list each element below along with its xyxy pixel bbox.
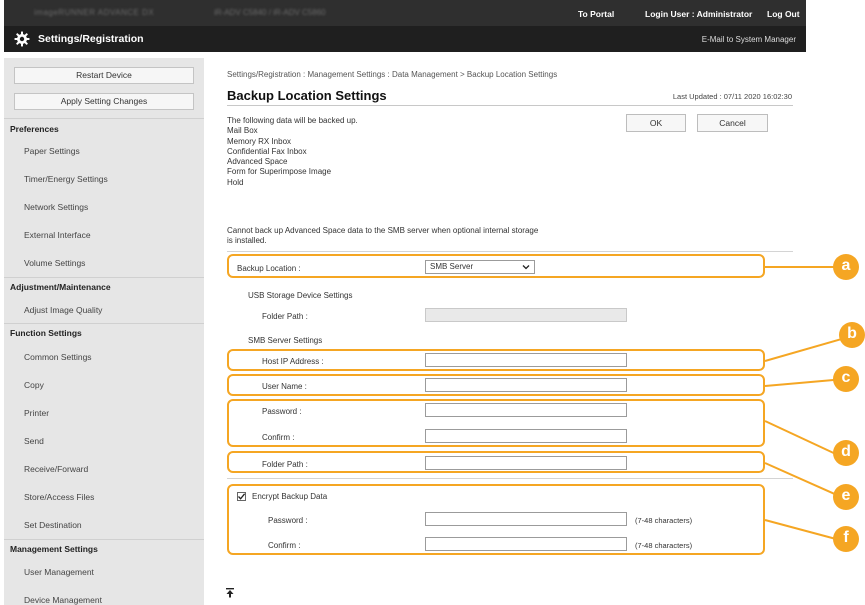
sidebar: Restart Device Apply Setting Changes Pre… [4,58,204,605]
callout-box-b [227,349,765,371]
device-name: imageRUNNER ADVANCE DX [34,8,155,17]
callout-marker-d: d [833,440,859,466]
divider [4,118,204,119]
callout-marker-c: c [833,366,859,392]
email-system-manager-link[interactable]: E-Mail to System Manager [702,35,796,44]
sidebar-section-function: Function Settings [10,328,82,338]
sidebar-item-external-interface[interactable]: External Interface [24,230,91,240]
info-line: Confidential Fax Inbox [227,146,307,156]
top-bar: imageRUNNER ADVANCE DX iR-ADV C5840 / iR… [4,0,806,26]
apply-setting-changes-button[interactable]: Apply Setting Changes [14,93,194,110]
device-model: iR-ADV C5840 / iR-ADV C5860 [214,8,326,17]
sidebar-item-receive-forward[interactable]: Receive/Forward [24,464,88,474]
sidebar-item-store-access-files[interactable]: Store/Access Files [24,492,94,502]
info-line: Hold [227,177,244,187]
callout-box-f [227,484,765,555]
warning-line: is installed. [227,236,267,246]
usb-settings-heading: USB Storage Device Settings [248,291,353,300]
info-line: Form for Superimpose Image [227,167,332,177]
usb-folder-path-input [425,308,627,322]
sidebar-item-volume[interactable]: Volume Settings [24,258,85,268]
scroll-to-top-icon[interactable] [226,588,234,598]
page-title: Backup Location Settings [227,88,387,103]
log-out-link[interactable]: Log Out [767,9,800,19]
smb-settings-heading: SMB Server Settings [248,336,323,345]
divider [4,539,204,540]
breadcrumb: Settings/Registration : Management Setti… [227,70,558,79]
info-line: Memory RX Inbox [227,136,292,146]
info-line: Advanced Space [227,157,288,167]
sidebar-item-device-management[interactable]: Device Management [24,595,102,605]
warning-text: Cannot back up Advanced Space data to th… [227,226,538,247]
sidebar-item-adjust-image-quality[interactable]: Adjust Image Quality [24,305,102,315]
sidebar-item-timer-energy[interactable]: Timer/Energy Settings [24,174,108,184]
divider [227,105,793,106]
divider [4,277,204,278]
gear-icon [14,31,30,47]
callout-box-a [227,254,765,278]
backup-data-list: The following data will be backed up. Ma… [227,116,358,188]
callout-box-d [227,399,765,447]
divider [4,323,204,324]
sidebar-section-management: Management Settings [10,544,98,554]
sidebar-item-common-settings[interactable]: Common Settings [24,352,92,362]
sidebar-item-paper-settings[interactable]: Paper Settings [24,146,80,156]
sidebar-item-user-management[interactable]: User Management [24,567,94,577]
divider [227,478,793,479]
last-updated-text: Last Updated : 07/11 2020 16:02:30 [672,92,792,101]
title-bar: Settings/Registration E-Mail to System M… [4,26,806,52]
sidebar-item-send[interactable]: Send [24,436,44,446]
sidebar-item-printer[interactable]: Printer [24,408,49,418]
cancel-button[interactable]: Cancel [697,114,768,132]
sidebar-section-adjustment: Adjustment/Maintenance [10,282,111,292]
callout-marker-f: f [833,526,859,552]
warning-line: Cannot back up Advanced Space data to th… [227,226,539,235]
callout-box-c [227,374,765,396]
sidebar-item-copy[interactable]: Copy [24,380,44,390]
sidebar-item-set-destination[interactable]: Set Destination [24,520,82,530]
sidebar-section-preferences: Preferences [10,124,59,134]
callout-box-e [227,451,765,473]
callout-marker-a: a [833,254,859,280]
info-line: The following data will be backed up. [227,116,358,125]
callout-marker-e: e [833,484,859,510]
callout-marker-b: b [839,322,865,348]
info-line: Mail Box [227,126,258,136]
page-heading: Settings/Registration [38,33,144,45]
divider [227,251,793,252]
to-portal-link[interactable]: To Portal [578,9,614,19]
restart-device-button[interactable]: Restart Device [14,67,194,84]
usb-folder-path-label: Folder Path : [262,312,308,321]
login-user-label: Login User : Administrator [645,9,753,19]
sidebar-item-network[interactable]: Network Settings [24,202,88,212]
callout-leader-a [765,266,838,268]
ok-button[interactable]: OK [626,114,686,132]
